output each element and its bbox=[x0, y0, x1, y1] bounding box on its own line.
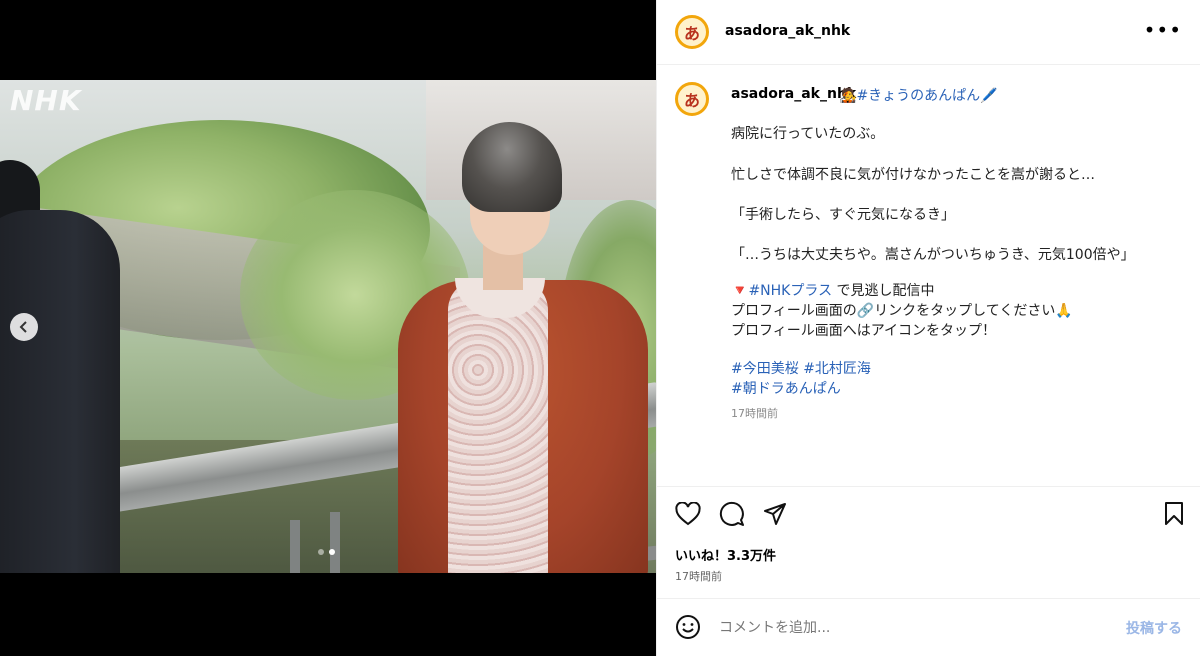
post-side-panel: あ asadora_ak_nhk ••• あ asadora_ak_nhk 🧑‍… bbox=[656, 0, 1200, 656]
link-emoji-icon: 🔗 bbox=[856, 303, 875, 319]
post-comment-button[interactable]: 投稿する bbox=[1126, 618, 1182, 638]
comment-icon[interactable] bbox=[719, 501, 745, 527]
post-header: あ asadora_ak_nhk ••• bbox=[657, 0, 1200, 65]
nhk-watermark: NHK bbox=[10, 84, 82, 117]
post-timestamp: 17時間前 bbox=[675, 570, 722, 583]
caption-username[interactable]: asadora_ak_nhk bbox=[731, 86, 856, 102]
hashtag-nhkplus[interactable]: #NHKプラス bbox=[748, 283, 832, 299]
caption-tags-2: #朝ドラあんぱん bbox=[731, 378, 841, 398]
profile-text-a: プロフィール画面の bbox=[731, 303, 857, 319]
caption-line-2: 忙しさで体調不良に気が付けなかったことを嵩が謝ると… bbox=[731, 167, 1095, 183]
promo-text: で見逃し配信中 bbox=[832, 283, 935, 299]
railing-post bbox=[290, 520, 300, 573]
profile-text-b: リンクをタップしてください bbox=[874, 303, 1056, 319]
avatar-glyph: あ bbox=[683, 91, 700, 110]
caption-avatar[interactable]: あ bbox=[675, 82, 709, 116]
caption-line-3: 「手術したら、すぐ元気になるき」 bbox=[731, 207, 955, 223]
share-icon[interactable] bbox=[763, 502, 787, 526]
caption-profile-icon-line: プロフィール画面へはアイコンをタップ！ bbox=[731, 323, 997, 339]
post-media: NHK bbox=[0, 0, 656, 656]
header-username[interactable]: asadora_ak_nhk bbox=[725, 23, 850, 39]
caption-profile-link-line: プロフィール画面の🔗リンクをタップしてください🙏 bbox=[731, 300, 1073, 320]
hashtag-kitamura-takumi[interactable]: #北村匠海 bbox=[803, 361, 871, 377]
caption-promo: 🔻#NHKプラス で見逃し配信中 bbox=[731, 280, 935, 300]
likes-count[interactable]: いいね！3.3万件 bbox=[675, 545, 776, 564]
man-figure bbox=[0, 210, 120, 573]
heart-icon[interactable] bbox=[675, 502, 701, 526]
carousel-dot bbox=[318, 549, 324, 555]
pen-emoji-icon: 🖊️ bbox=[980, 88, 998, 104]
hashtag-kyounoanpan[interactable]: #きょうのあんぱん bbox=[856, 88, 980, 104]
singer-emoji-icon: 🧑‍🎤 bbox=[839, 88, 857, 104]
carousel-indicator bbox=[318, 549, 335, 555]
hashtag-asadora-anpan[interactable]: #朝ドラあんぱん bbox=[731, 381, 841, 397]
account-avatar[interactable]: あ bbox=[675, 15, 709, 49]
avatar-glyph: あ bbox=[683, 24, 700, 43]
more-options-icon[interactable]: ••• bbox=[1144, 18, 1182, 42]
emoji-smile-icon[interactable] bbox=[675, 614, 701, 640]
woman-blouse bbox=[448, 280, 548, 573]
caption-line-1: 病院に行っていたのぶ。 bbox=[731, 126, 885, 142]
carousel-dot-active bbox=[329, 549, 335, 555]
save-bookmark-icon[interactable] bbox=[1163, 501, 1185, 527]
red-triangle-icon: 🔻 bbox=[731, 283, 749, 299]
pray-emoji-icon: 🙏 bbox=[1055, 303, 1073, 319]
railing-post bbox=[330, 512, 340, 573]
chevron-left-icon bbox=[19, 321, 27, 333]
caption-tags-1: #今田美桜 #北村匠海 bbox=[731, 358, 871, 378]
comment-input[interactable] bbox=[717, 615, 1101, 641]
caption-timestamp: 17時間前 bbox=[731, 407, 778, 420]
instagram-post: NHK あ asadora_ak_nhk ••• あ asadora_ak_nh… bbox=[0, 0, 1200, 656]
hashtag-imada-mio[interactable]: #今田美桜 bbox=[731, 361, 799, 377]
caption-heading: 🧑‍🎤#きょうのあんぱん🖊️ bbox=[839, 85, 998, 105]
carousel-prev-button[interactable] bbox=[10, 313, 38, 341]
caption-line-4: 「…うちは大丈夫ちや。嵩さんがついちゅうき、元気100倍や」 bbox=[731, 247, 1135, 263]
post-photo bbox=[0, 80, 656, 573]
